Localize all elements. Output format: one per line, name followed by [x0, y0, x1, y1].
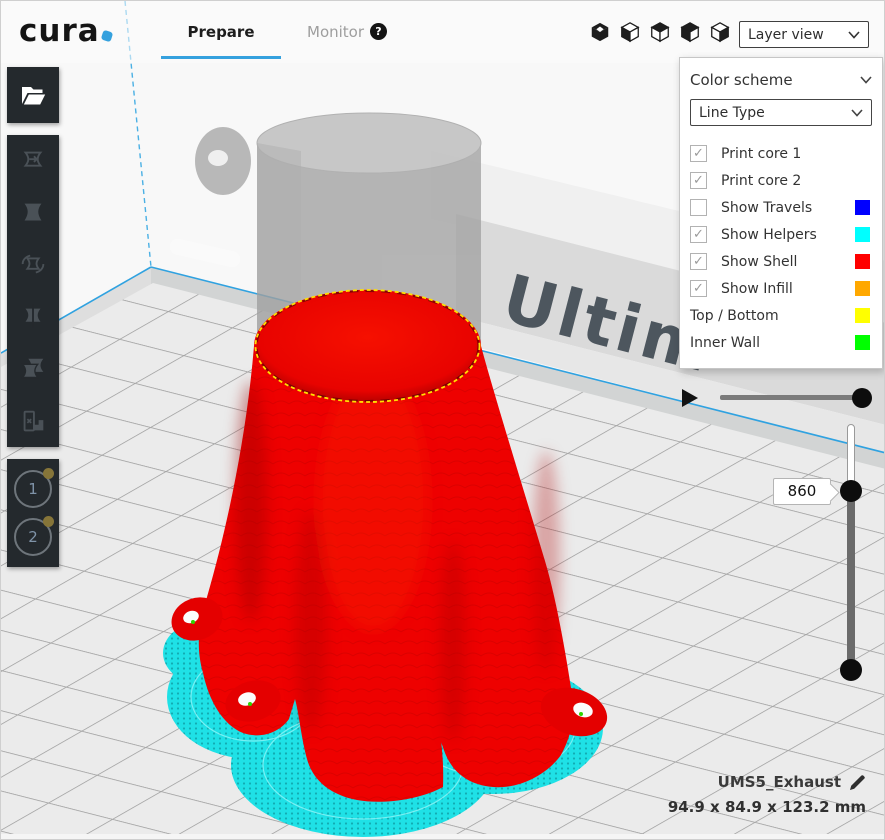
rotate-icon	[18, 250, 48, 280]
extruder-number: 2	[28, 528, 38, 546]
per-model-settings-tool-button[interactable]	[7, 343, 59, 395]
move-tool-button[interactable]	[7, 135, 59, 187]
layer-type-list: ✓ Print core 1 ✓ Print core 2 Show Travels ✓ S…	[690, 140, 872, 356]
mirror-tool-button[interactable]	[7, 291, 59, 343]
checkbox-show-helpers[interactable]: ✓	[690, 226, 707, 243]
color-scheme-dropdown[interactable]: Line Type	[690, 99, 872, 126]
color-swatch	[855, 308, 870, 323]
layer-view-panel: Color scheme Line Type ✓ Print core 1 ✓ Pri…	[679, 57, 883, 369]
material-color-dot	[43, 468, 54, 479]
view-mode-dropdown[interactable]: Layer view	[739, 21, 869, 48]
extruder-number: 1	[28, 480, 38, 498]
color-swatch	[855, 254, 870, 269]
top-view-button[interactable]	[649, 21, 671, 43]
simulation-progress-handle[interactable]	[852, 388, 872, 408]
model-info: UMS5_Exhaust 94.9 x 84.9 x 123.2 mm	[668, 773, 866, 816]
move-icon	[18, 146, 48, 176]
left-view-icon	[679, 21, 701, 43]
open-file-button[interactable]	[7, 67, 59, 123]
tab-monitor[interactable]: Monitor	[307, 23, 364, 41]
extruder-2-button[interactable]: 2	[14, 518, 52, 556]
layer-type-row: Show Travels	[690, 194, 872, 221]
layer-type-row: ✓ Show Helpers	[690, 221, 872, 248]
cura-logo: cura	[19, 13, 112, 49]
layer-type-label: Print core 2	[721, 173, 801, 189]
layer-type-row: Inner Wall	[690, 329, 872, 356]
simulation-progress-track[interactable]	[720, 395, 863, 400]
layer-type-row: ✓ Show Infill	[690, 275, 872, 302]
3d-view-button[interactable]	[589, 21, 611, 43]
layer-type-label: Print core 1	[721, 146, 801, 162]
layer-type-label: Top / Bottom	[690, 308, 779, 324]
chevron-down-icon	[848, 31, 860, 39]
tab-prepare[interactable]: Prepare	[161, 23, 281, 41]
right-view-icon	[709, 21, 731, 43]
layer-slider-handle-top[interactable]	[840, 480, 862, 502]
layer-type-row: Top / Bottom	[690, 302, 872, 329]
model-name: UMS5_Exhaust	[718, 773, 841, 791]
layer-type-row: ✓ Print core 2	[690, 167, 872, 194]
3d-view-icon	[589, 21, 611, 43]
edit-pencil-icon[interactable]	[849, 774, 866, 791]
color-swatch	[855, 335, 870, 350]
color-swatch	[855, 200, 870, 215]
per-model-settings-icon	[18, 354, 48, 384]
top-bar: cura Prepare Monitor ? Layer view	[1, 1, 884, 63]
material-color-dot	[43, 516, 54, 527]
layer-type-label: Show Shell	[721, 254, 797, 270]
front-view-button[interactable]	[619, 21, 641, 43]
view-preset-buttons	[589, 21, 731, 43]
layer-slider-handle-bottom[interactable]	[840, 659, 862, 681]
layer-type-row: ✓ Print core 1	[690, 140, 872, 167]
cura-window: Ultim	[0, 0, 885, 840]
layer-type-label: Show Infill	[721, 281, 793, 297]
checkbox-show-infill[interactable]: ✓	[690, 280, 707, 297]
tool-buttons-panel	[7, 135, 59, 447]
checkbox-print-core-1[interactable]: ✓	[690, 145, 707, 162]
layer-type-label: Show Travels	[721, 200, 812, 216]
logo-dot-icon	[100, 30, 113, 43]
right-view-button[interactable]	[709, 21, 731, 43]
checkbox-show-shell[interactable]: ✓	[690, 253, 707, 270]
checkbox-print-core-2[interactable]: ✓	[690, 172, 707, 189]
scale-icon	[18, 198, 48, 228]
support-blocker-icon	[18, 406, 48, 436]
model-dimensions: 94.9 x 84.9 x 123.2 mm	[668, 798, 866, 816]
active-tab-underline	[161, 56, 281, 59]
open-folder-icon	[19, 82, 47, 108]
front-view-icon	[619, 21, 641, 43]
layer-type-row: ✓ Show Shell	[690, 248, 872, 275]
help-icon[interactable]: ?	[370, 23, 387, 40]
color-swatch	[855, 227, 870, 242]
chevron-down-icon	[860, 76, 872, 84]
color-swatch	[855, 281, 870, 296]
support-blocker-tool-button[interactable]	[7, 395, 59, 447]
layer-type-label: Show Helpers	[721, 227, 817, 243]
layer-slider-track-lower[interactable]	[847, 492, 855, 672]
top-view-icon	[649, 21, 671, 43]
current-layer-label: 860	[773, 478, 831, 505]
rotate-tool-button[interactable]	[7, 239, 59, 291]
extruder-1-button[interactable]: 1	[14, 470, 52, 508]
left-view-button[interactable]	[679, 21, 701, 43]
scale-tool-button[interactable]	[7, 187, 59, 239]
play-simulation-button[interactable]	[682, 389, 698, 407]
mirror-icon	[18, 302, 48, 332]
chevron-down-icon	[851, 109, 863, 117]
layer-type-label: Inner Wall	[690, 335, 760, 351]
color-scheme-header[interactable]: Color scheme	[690, 68, 872, 92]
checkbox-show-travels[interactable]	[690, 199, 707, 216]
extruders-panel: 12	[7, 459, 59, 567]
